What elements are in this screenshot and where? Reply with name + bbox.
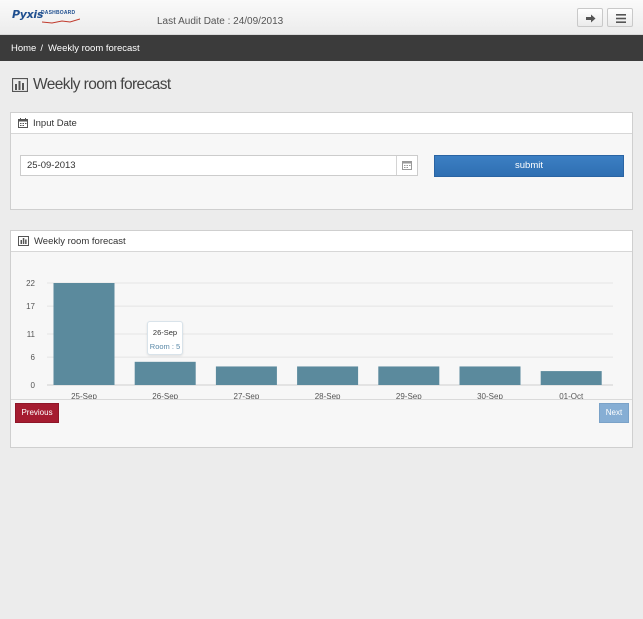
bar-25-sep[interactable] (53, 283, 115, 385)
bar-chart-icon (18, 236, 29, 246)
forecast-panel: Weekly room forecast 0 6 11 17 22 25-Sep 26-Se… (10, 230, 633, 448)
page-title: Weekly room forecast (12, 76, 171, 94)
x-tick-label: 30-Sep (477, 392, 503, 399)
pyxis-logo[interactable]: Pyxis DASHBOARD (12, 8, 82, 26)
logo-swoosh-icon (42, 18, 80, 24)
bars-icon (616, 14, 626, 23)
input-date-panel-header: Input Date (11, 113, 632, 134)
forecast-panel-footer: Previous Next (11, 399, 632, 427)
date-picker-button[interactable] (396, 156, 417, 175)
x-tick-label: 01-Oct (559, 392, 584, 399)
previous-button[interactable]: Previous (15, 403, 59, 423)
y-tick-label: 0 (31, 381, 36, 390)
y-tick-label: 6 (31, 353, 36, 362)
forecast-panel-title: Weekly room forecast (34, 235, 126, 247)
bar-29-sep[interactable] (378, 366, 440, 385)
x-tick-label: 29-Sep (396, 392, 422, 399)
top-bar: Pyxis DASHBOARD Last Audit Date : 24/09/… (0, 0, 643, 35)
y-tick-label: 17 (26, 302, 35, 311)
logo-subtext: DASHBOARD (41, 10, 76, 16)
forecast-panel-header: Weekly room forecast (11, 231, 632, 252)
input-date-panel-title: Input Date (33, 117, 77, 129)
logo-text: Pyxis (12, 8, 44, 21)
chart-tooltip: 26-Sep Room : 5 (147, 321, 183, 355)
tooltip-date: 26-Sep (152, 328, 178, 337)
date-input[interactable]: 25-09-2013 (20, 155, 418, 176)
page-title-text: Weekly room forecast (33, 76, 171, 93)
breadcrumb-current: Weekly room forecast (47, 42, 140, 54)
x-tick-label: 26-Sep (152, 392, 178, 399)
y-tick-label: 22 (26, 279, 35, 288)
bar-27-sep[interactable] (215, 366, 277, 385)
calendar-icon (18, 118, 28, 128)
bar-28-sep[interactable] (297, 366, 359, 385)
next-button[interactable]: Next (599, 403, 629, 423)
bar-30-sep[interactable] (459, 366, 521, 385)
last-audit-date: Last Audit Date : 24/09/2013 (157, 16, 284, 27)
breadcrumb-home-link[interactable]: Home (11, 43, 36, 54)
input-date-panel: Input Date 25-09-2013 submit (10, 112, 633, 210)
x-tick-label: 28-Sep (315, 392, 341, 399)
menu-button[interactable] (607, 8, 633, 27)
bar-26-sep[interactable] (134, 361, 196, 385)
bar-01-oct[interactable] (540, 371, 602, 385)
bar-chart-icon (12, 78, 28, 92)
calendar-icon (402, 161, 412, 170)
submit-button[interactable]: submit (434, 155, 624, 177)
breadcrumb-separator: / (40, 42, 43, 54)
forecast-bar-chart: 0 6 11 17 22 25-Sep 26-Sep 27-Sep 28-Sep 29-Sep 30… (26, 279, 613, 401)
x-tick-label: 27-Sep (234, 392, 260, 399)
logout-button[interactable] (577, 8, 603, 27)
breadcrumb: Home / Weekly room forecast (0, 35, 643, 61)
forecast-chart: 0 6 11 17 22 25-Sep 26-Sep 27-Sep 28-Sep 29-Sep 30… (11, 253, 632, 401)
tooltip-value: Room : 5 (149, 342, 181, 351)
y-tick-label: 11 (27, 330, 36, 339)
x-tick-label: 25-Sep (71, 392, 97, 399)
sign-out-icon (586, 14, 596, 23)
